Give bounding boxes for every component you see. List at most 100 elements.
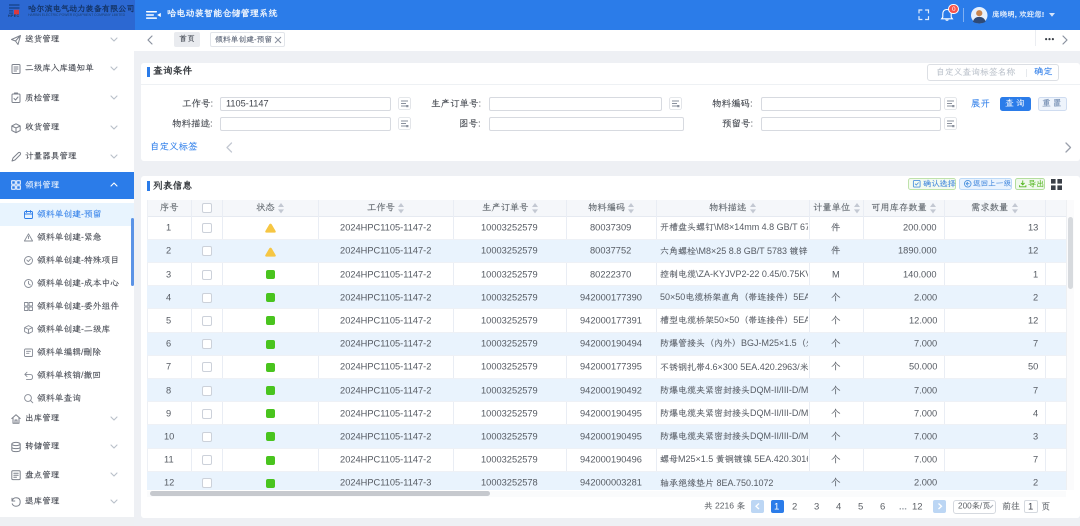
svg-text:2.000: 2.000 xyxy=(914,292,937,302)
svg-text:2024HPC1105-1147-2: 2024HPC1105-1147-2 xyxy=(340,315,431,325)
svg-text:...: ... xyxy=(899,501,907,512)
svg-text:2024HPC1105-1147-2: 2024HPC1105-1147-2 xyxy=(340,408,431,418)
svg-text:80222370: 80222370 xyxy=(590,269,631,279)
svg-text:10003252579: 10003252579 xyxy=(481,431,538,441)
svg-text:M25×1.5: M25×1.5 xyxy=(678,454,716,464)
svg-text:942000190494: 942000190494 xyxy=(580,339,642,349)
svg-text:50.000: 50.000 xyxy=(909,362,937,372)
svg-text:5: 5 xyxy=(858,501,863,512)
svg-text:2024HPC1105-1147-2: 2024HPC1105-1147-2 xyxy=(340,223,431,233)
svg-text:1: 1 xyxy=(1028,501,1033,512)
svg-text:12.000: 12.000 xyxy=(909,315,937,325)
svg-text:,: , xyxy=(1015,10,1019,19)
svg-text:8EA.750.1072: 8EA.750.1072 xyxy=(714,478,773,488)
svg-text:DQM-II/III-D/M20: DQM-II/III-D/M20 xyxy=(750,408,808,418)
svg-text:7.000: 7.000 xyxy=(914,408,937,418)
svg-text:10003252579: 10003252579 xyxy=(481,455,538,465)
svg-text:M: M xyxy=(832,269,840,279)
svg-text:2: 2 xyxy=(1033,292,1038,302)
svg-text:50×50: 50×50 xyxy=(660,292,685,302)
svg-text:-: - xyxy=(81,324,84,334)
svg-text:942000190495: 942000190495 xyxy=(580,408,642,418)
svg-text:!: ! xyxy=(1042,10,1045,19)
svg-text:/: / xyxy=(979,502,982,511)
svg-text:5EA.4: 5EA.4 xyxy=(793,292,808,302)
svg-text:7: 7 xyxy=(166,362,171,372)
svg-text:4: 4 xyxy=(166,292,171,302)
svg-text:6: 6 xyxy=(166,339,171,349)
svg-text:7.000: 7.000 xyxy=(914,339,937,349)
svg-text:5EA.420.3016/: 5EA.420.3016/ xyxy=(752,454,808,464)
svg-text:-: - xyxy=(81,232,84,242)
svg-text:12: 12 xyxy=(164,478,174,488)
svg-text:11: 11 xyxy=(164,455,174,465)
svg-text:7: 7 xyxy=(1033,339,1038,349)
svg-text:3: 3 xyxy=(166,269,171,279)
svg-text:50×50: 50×50 xyxy=(714,315,739,325)
svg-text:7.000: 7.000 xyxy=(914,385,937,395)
svg-text::: : xyxy=(478,119,481,130)
svg-text:10003252579: 10003252579 xyxy=(481,339,538,349)
svg-text:942000190496: 942000190496 xyxy=(580,455,642,465)
svg-text:10003252579: 10003252579 xyxy=(481,362,538,372)
svg-text:2216: 2216 xyxy=(713,501,737,511)
svg-text:2: 2 xyxy=(166,246,171,256)
svg-text:/: / xyxy=(81,370,84,380)
svg-text:BGJ-M25×1.5: BGJ-M25×1.5 xyxy=(741,338,797,348)
svg-text:5EA.4: 5EA.4 xyxy=(793,315,808,325)
svg-text:1890.000: 1890.000 xyxy=(898,246,937,256)
svg-text:1: 1 xyxy=(774,501,779,512)
svg-text:13: 13 xyxy=(1028,223,1038,233)
svg-text:80037752: 80037752 xyxy=(590,246,631,256)
svg-text:DQM-II/III-D/M20: DQM-II/III-D/M20 xyxy=(750,385,808,395)
svg-text:DQM-II/III-D/M20: DQM-II/III-D/M20 xyxy=(750,431,808,441)
svg-text:2: 2 xyxy=(792,501,797,512)
svg-text:2024HPC1105-1147-2: 2024HPC1105-1147-2 xyxy=(340,362,431,372)
svg-text:942000177390: 942000177390 xyxy=(580,292,642,302)
svg-text:2024HPC1105-1147-2: 2024HPC1105-1147-2 xyxy=(340,292,431,302)
svg-text:1: 1 xyxy=(1033,269,1038,279)
svg-text:12: 12 xyxy=(912,501,923,512)
svg-text:10003252579: 10003252579 xyxy=(481,292,538,302)
svg-text::: : xyxy=(210,119,213,130)
svg-text:2024HPC1105-1147-2: 2024HPC1105-1147-2 xyxy=(340,455,431,465)
svg-text:-: - xyxy=(81,301,84,311)
svg-text:2024HPC1105-1147-2: 2024HPC1105-1147-2 xyxy=(340,269,431,279)
svg-text:4.6×300 5EA.420.2963/: 4.6×300 5EA.420.2963/ xyxy=(705,362,800,372)
svg-text:\M8×14mm 4.8 GB/T 67: \M8×14mm 4.8 GB/T 67 xyxy=(714,222,808,232)
svg-text:1: 1 xyxy=(166,223,171,233)
svg-text:140.000: 140.000 xyxy=(903,269,937,279)
svg-text::: : xyxy=(210,99,213,110)
svg-text:4: 4 xyxy=(836,501,841,512)
svg-text:942000177395: 942000177395 xyxy=(580,362,642,372)
svg-text:2024HPC1105-1147-2: 2024HPC1105-1147-2 xyxy=(340,339,431,349)
svg-text:12: 12 xyxy=(1028,315,1038,325)
svg-text:7: 7 xyxy=(1033,455,1038,465)
svg-text:8: 8 xyxy=(166,385,171,395)
svg-text:6: 6 xyxy=(880,501,885,512)
svg-text::: : xyxy=(478,99,481,110)
svg-text:10: 10 xyxy=(164,431,174,441)
svg-text:10003252579: 10003252579 xyxy=(481,315,538,325)
svg-text:80037309: 80037309 xyxy=(590,223,631,233)
svg-text:-: - xyxy=(81,255,84,265)
svg-text:-: - xyxy=(81,278,84,288)
svg-text:2024HPC1105-1147-2: 2024HPC1105-1147-2 xyxy=(340,246,431,256)
svg-text:7.000: 7.000 xyxy=(914,455,937,465)
svg-text::: : xyxy=(750,119,753,130)
svg-text:2024HPC1105-1147-2: 2024HPC1105-1147-2 xyxy=(340,385,431,395)
svg-text:3: 3 xyxy=(1033,431,1038,441)
svg-text:-: - xyxy=(254,35,257,44)
svg-text:10003252579: 10003252579 xyxy=(481,246,538,256)
svg-text:10003252578: 10003252578 xyxy=(481,478,538,488)
svg-text:2: 2 xyxy=(1033,478,1038,488)
svg-text:4: 4 xyxy=(1033,408,1038,418)
svg-text:10003252579: 10003252579 xyxy=(481,385,538,395)
svg-text:10003252579: 10003252579 xyxy=(481,408,538,418)
svg-text:\ZA-KYJVP2-22 0.45/0.75KV 3×: \ZA-KYJVP2-22 0.45/0.75KV 3× xyxy=(696,269,808,279)
svg-text:7: 7 xyxy=(1033,385,1038,395)
svg-text:2024HPC1105-1147-3: 2024HPC1105-1147-3 xyxy=(340,478,431,488)
svg-text::: : xyxy=(750,99,753,110)
svg-text:5: 5 xyxy=(166,315,171,325)
svg-text:942000003281: 942000003281 xyxy=(580,478,642,488)
